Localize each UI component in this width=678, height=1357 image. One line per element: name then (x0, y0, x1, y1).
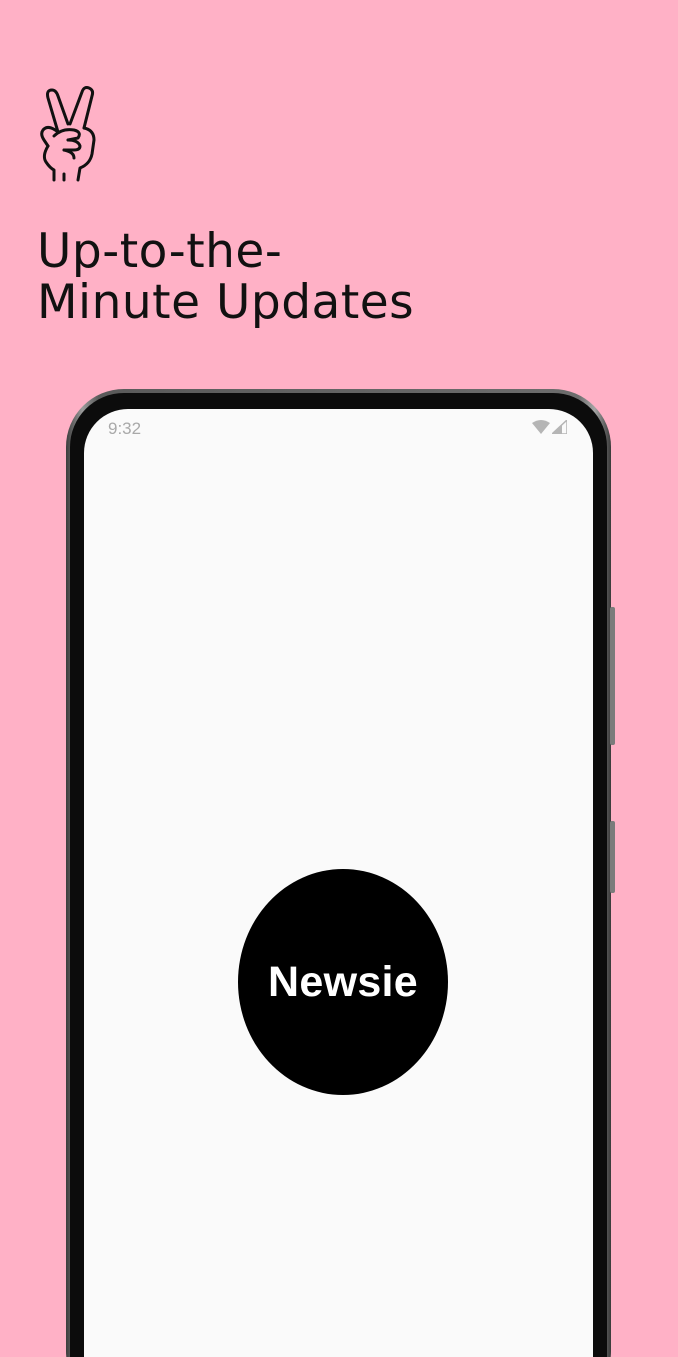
phone-screen: 9:32 Newsie (84, 409, 593, 1357)
promo-page: Up-to-the- Minute Updates 9:32 Newsie (0, 0, 678, 1357)
signal-icon (552, 420, 567, 434)
wifi-icon (532, 420, 550, 434)
power-button (610, 607, 615, 745)
app-logo-text: Newsie (268, 957, 418, 1006)
app-logo: Newsie (238, 869, 448, 1095)
status-icons (532, 420, 567, 434)
status-bar: 9:32 (84, 409, 593, 445)
peace-hand-icon (40, 86, 96, 182)
volume-button (610, 821, 615, 893)
status-time: 9:32 (108, 419, 142, 438)
phone-bezel: 9:32 Newsie (70, 393, 607, 1357)
phone-mockup: 9:32 Newsie (66, 389, 615, 1357)
headline-line-1: Up-to-the- (37, 224, 283, 279)
headline: Up-to-the- Minute Updates (37, 226, 414, 328)
headline-line-2: Minute Updates (37, 275, 415, 330)
